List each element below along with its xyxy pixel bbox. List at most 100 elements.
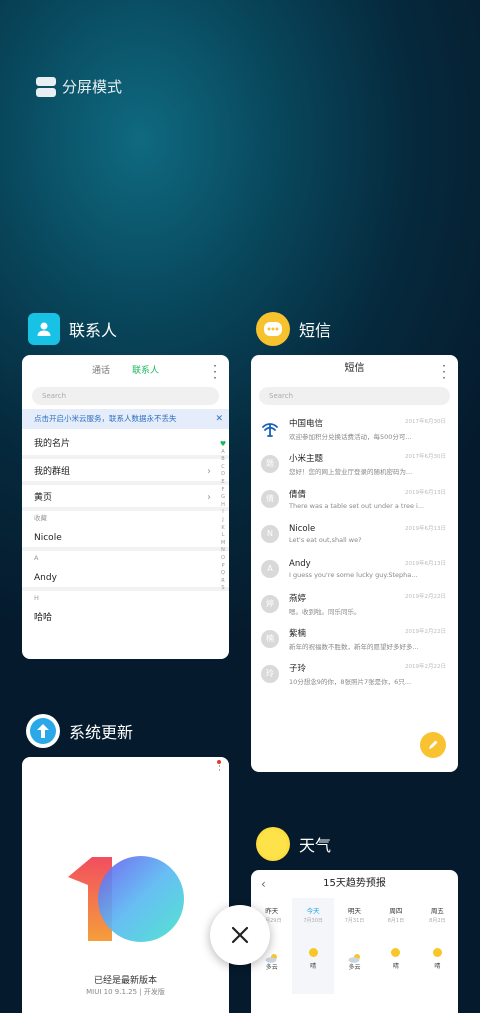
- banner-close-icon[interactable]: ✕: [215, 409, 223, 429]
- thread-row[interactable]: 玲子玲 2019年2月22日 10分想念9的你，8张照片7张是你，6只...: [251, 656, 458, 691]
- contact-row[interactable]: Nicole: [22, 525, 229, 551]
- contacts-app-name: 联系人: [69, 321, 118, 340]
- close-all-button[interactable]: [210, 905, 270, 965]
- cloud-banner-text: 点击开启小米云服务，联系人数据永不丢失: [34, 414, 177, 423]
- thread-list: 中国电信 2017年6月30日 欢迎参加积分兑换话费活动，每500分可... 题小米主…: [251, 411, 458, 691]
- alphabet-index[interactable]: ♥ ABCDEFGHIJKLMNOPQRS: [219, 440, 227, 593]
- compose-button[interactable]: [420, 732, 446, 758]
- my-card-row[interactable]: 我的名片: [22, 429, 229, 459]
- thread-row[interactable]: 倩倩倩 2019年6月13日 There was a table set out u…: [251, 481, 458, 516]
- alphabet-letter[interactable]: M: [219, 540, 227, 548]
- messages-title-bar: 短信 · · ·: [251, 355, 458, 384]
- alphabet-letter[interactable]: K: [219, 525, 227, 533]
- condition-label: 晴: [434, 963, 441, 970]
- thread-row[interactable]: 中国电信 2017年6月30日 欢迎参加积分兑换话费活动，每500分可...: [251, 411, 458, 446]
- day-label: 周四: [389, 907, 403, 915]
- messages-search-input[interactable]: Search: [259, 387, 450, 405]
- thread-name: 燕婷: [289, 593, 307, 604]
- alphabet-letter[interactable]: G: [219, 494, 227, 502]
- thread-preview: I guess you're some lucky guy.Stepha...: [289, 570, 418, 579]
- alphabet-letter[interactable]: P: [219, 563, 227, 571]
- contacts-app-header[interactable]: 联系人: [28, 313, 117, 345]
- alphabet-letter[interactable]: Q: [219, 570, 227, 578]
- forecast-condition: 晴: [417, 934, 458, 994]
- my-groups-row[interactable]: 我的群组 ›: [22, 459, 229, 485]
- updater-app-icon: [26, 714, 60, 748]
- contact-avatar: 题: [261, 454, 279, 473]
- cloud-banner[interactable]: 点击开启小米云服务，联系人数据永不丢失 ✕: [22, 409, 229, 429]
- pencil-icon: [429, 740, 438, 749]
- forecast-condition: 晴: [375, 934, 416, 994]
- messages-app-header[interactable]: 短信: [256, 312, 331, 346]
- alphabet-letter[interactable]: E: [219, 479, 227, 487]
- contacts-app-icon: [28, 313, 60, 345]
- close-icon: [231, 926, 249, 944]
- updater-card[interactable]: ··· 已经是最新版本 MIUI 10 9.1.25 | 开发版: [22, 757, 229, 1013]
- section-h: H: [34, 594, 39, 602]
- alphabet-letter[interactable]: R: [219, 578, 227, 586]
- day-label: 今天: [306, 907, 320, 915]
- forecast-days: 昨天 7月29日 今天 7月30日 明天 7月31日 周四 8月1日 周五 8月2日: [251, 898, 458, 934]
- updater-app-header[interactable]: 系统更新: [26, 714, 133, 748]
- alphabet-letter[interactable]: I: [219, 509, 227, 517]
- contact-avatar: 玲: [261, 664, 279, 683]
- thread-row[interactable]: 题小米主题 2017年6月30日 您好！您的网上营业厅登录的随机密码为...: [251, 446, 458, 481]
- contacts-card[interactable]: 通话 联系人 · · · Search 点击开启小米云服务，联系人数据永不丢失 ✕ …: [22, 355, 229, 659]
- contact-row[interactable]: Andy: [22, 565, 229, 591]
- chevron-right-icon: ›: [207, 492, 211, 503]
- sun-icon: [432, 948, 442, 957]
- alphabet-letter[interactable]: D: [219, 471, 227, 479]
- forecast-day[interactable]: 周五 8月2日: [417, 898, 458, 934]
- thread-row[interactable]: 婷燕婷 2019年2月22日 嗯。收到啦。同乐同乐。: [251, 586, 458, 621]
- thread-time: 2019年2月22日: [405, 593, 446, 600]
- forecast-day[interactable]: 明天 7月31日: [334, 898, 375, 934]
- alphabet-letter[interactable]: O: [219, 555, 227, 563]
- thread-preview: There was a table set out under a tree i…: [289, 501, 425, 510]
- back-arrow-icon[interactable]: ‹: [261, 870, 266, 898]
- contact-row[interactable]: 哈哈: [22, 605, 229, 631]
- more-menu-icon[interactable]: ···: [213, 360, 217, 384]
- sun-icon: [308, 948, 318, 957]
- thread-row[interactable]: A Andy 2019年6月13日 I guess you're some lucky…: [251, 551, 458, 586]
- alphabet-letter[interactable]: C: [219, 464, 227, 472]
- alphabet-letter[interactable]: N: [219, 547, 227, 555]
- forecast-day[interactable]: 今天 7月30日: [292, 898, 334, 934]
- alphabet-letter[interactable]: F: [219, 487, 227, 495]
- alphabet-letter[interactable]: J: [219, 517, 227, 525]
- day-date: 8月1日: [387, 918, 405, 924]
- thread-preview: 您好！您的网上营业厅登录的随机密码为...: [289, 467, 413, 476]
- alphabet-letter[interactable]: A: [219, 449, 227, 457]
- weather-app-header[interactable]: 天气: [256, 827, 331, 861]
- tab-contacts[interactable]: 联系人: [132, 363, 159, 376]
- forecast-conditions: 多云 晴 多云 晴 晴: [251, 934, 458, 994]
- alphabet-letter[interactable]: L: [219, 532, 227, 540]
- thread-name: 紫楠: [289, 628, 307, 639]
- day-label: 周五: [430, 907, 444, 915]
- day-date: 8月2日: [429, 918, 446, 924]
- condition-label: 晴: [310, 963, 317, 970]
- update-status: 已经是最新版本: [93, 976, 157, 986]
- split-screen-button[interactable]: 分屏模式: [36, 76, 122, 97]
- alphabet-letter[interactable]: H: [219, 502, 227, 510]
- alphabet-letter[interactable]: B: [219, 456, 227, 464]
- thread-row[interactable]: N Nicole 2019年6月13日 Let's eat out,shall we?: [251, 516, 458, 551]
- thread-time: 2017年6月30日: [405, 418, 446, 425]
- messages-card[interactable]: 短信 · · · Search 中国电信 2017年6月30日 欢迎参加积分兑换话费活动…: [251, 355, 458, 772]
- weather-title-bar: ‹ 15天趋势预报: [251, 870, 458, 898]
- thread-preview: Let's eat out,shall we?: [289, 535, 362, 544]
- yellow-pages-row[interactable]: 黄页 ›: [22, 485, 229, 511]
- weather-card[interactable]: ‹ 15天趋势预报 昨天 7月29日 今天 7月30日 明天 7月31日 周四 8月1日 周五 8…: [251, 870, 458, 1013]
- split-screen-icon: [36, 76, 56, 97]
- more-menu-icon[interactable]: ···: [442, 360, 446, 384]
- split-screen-label: 分屏模式: [62, 78, 123, 96]
- alphabet-letter[interactable]: S: [219, 585, 227, 593]
- section-a: A: [34, 554, 39, 562]
- thread-name: 中国电信: [289, 418, 324, 429]
- thread-row[interactable]: 楠紫楠 2019年2月22日 新年的祝福数不胜数，新年的愿望好多好多...: [251, 621, 458, 656]
- thread-name: Andy: [289, 558, 311, 569]
- tab-calls[interactable]: 通话: [92, 363, 110, 376]
- contacts-search-input[interactable]: Search: [32, 387, 219, 405]
- forecast-day[interactable]: 周四 8月1日: [375, 898, 416, 934]
- thread-time: 2017年6月30日: [405, 453, 446, 460]
- notification-dot: [217, 760, 221, 764]
